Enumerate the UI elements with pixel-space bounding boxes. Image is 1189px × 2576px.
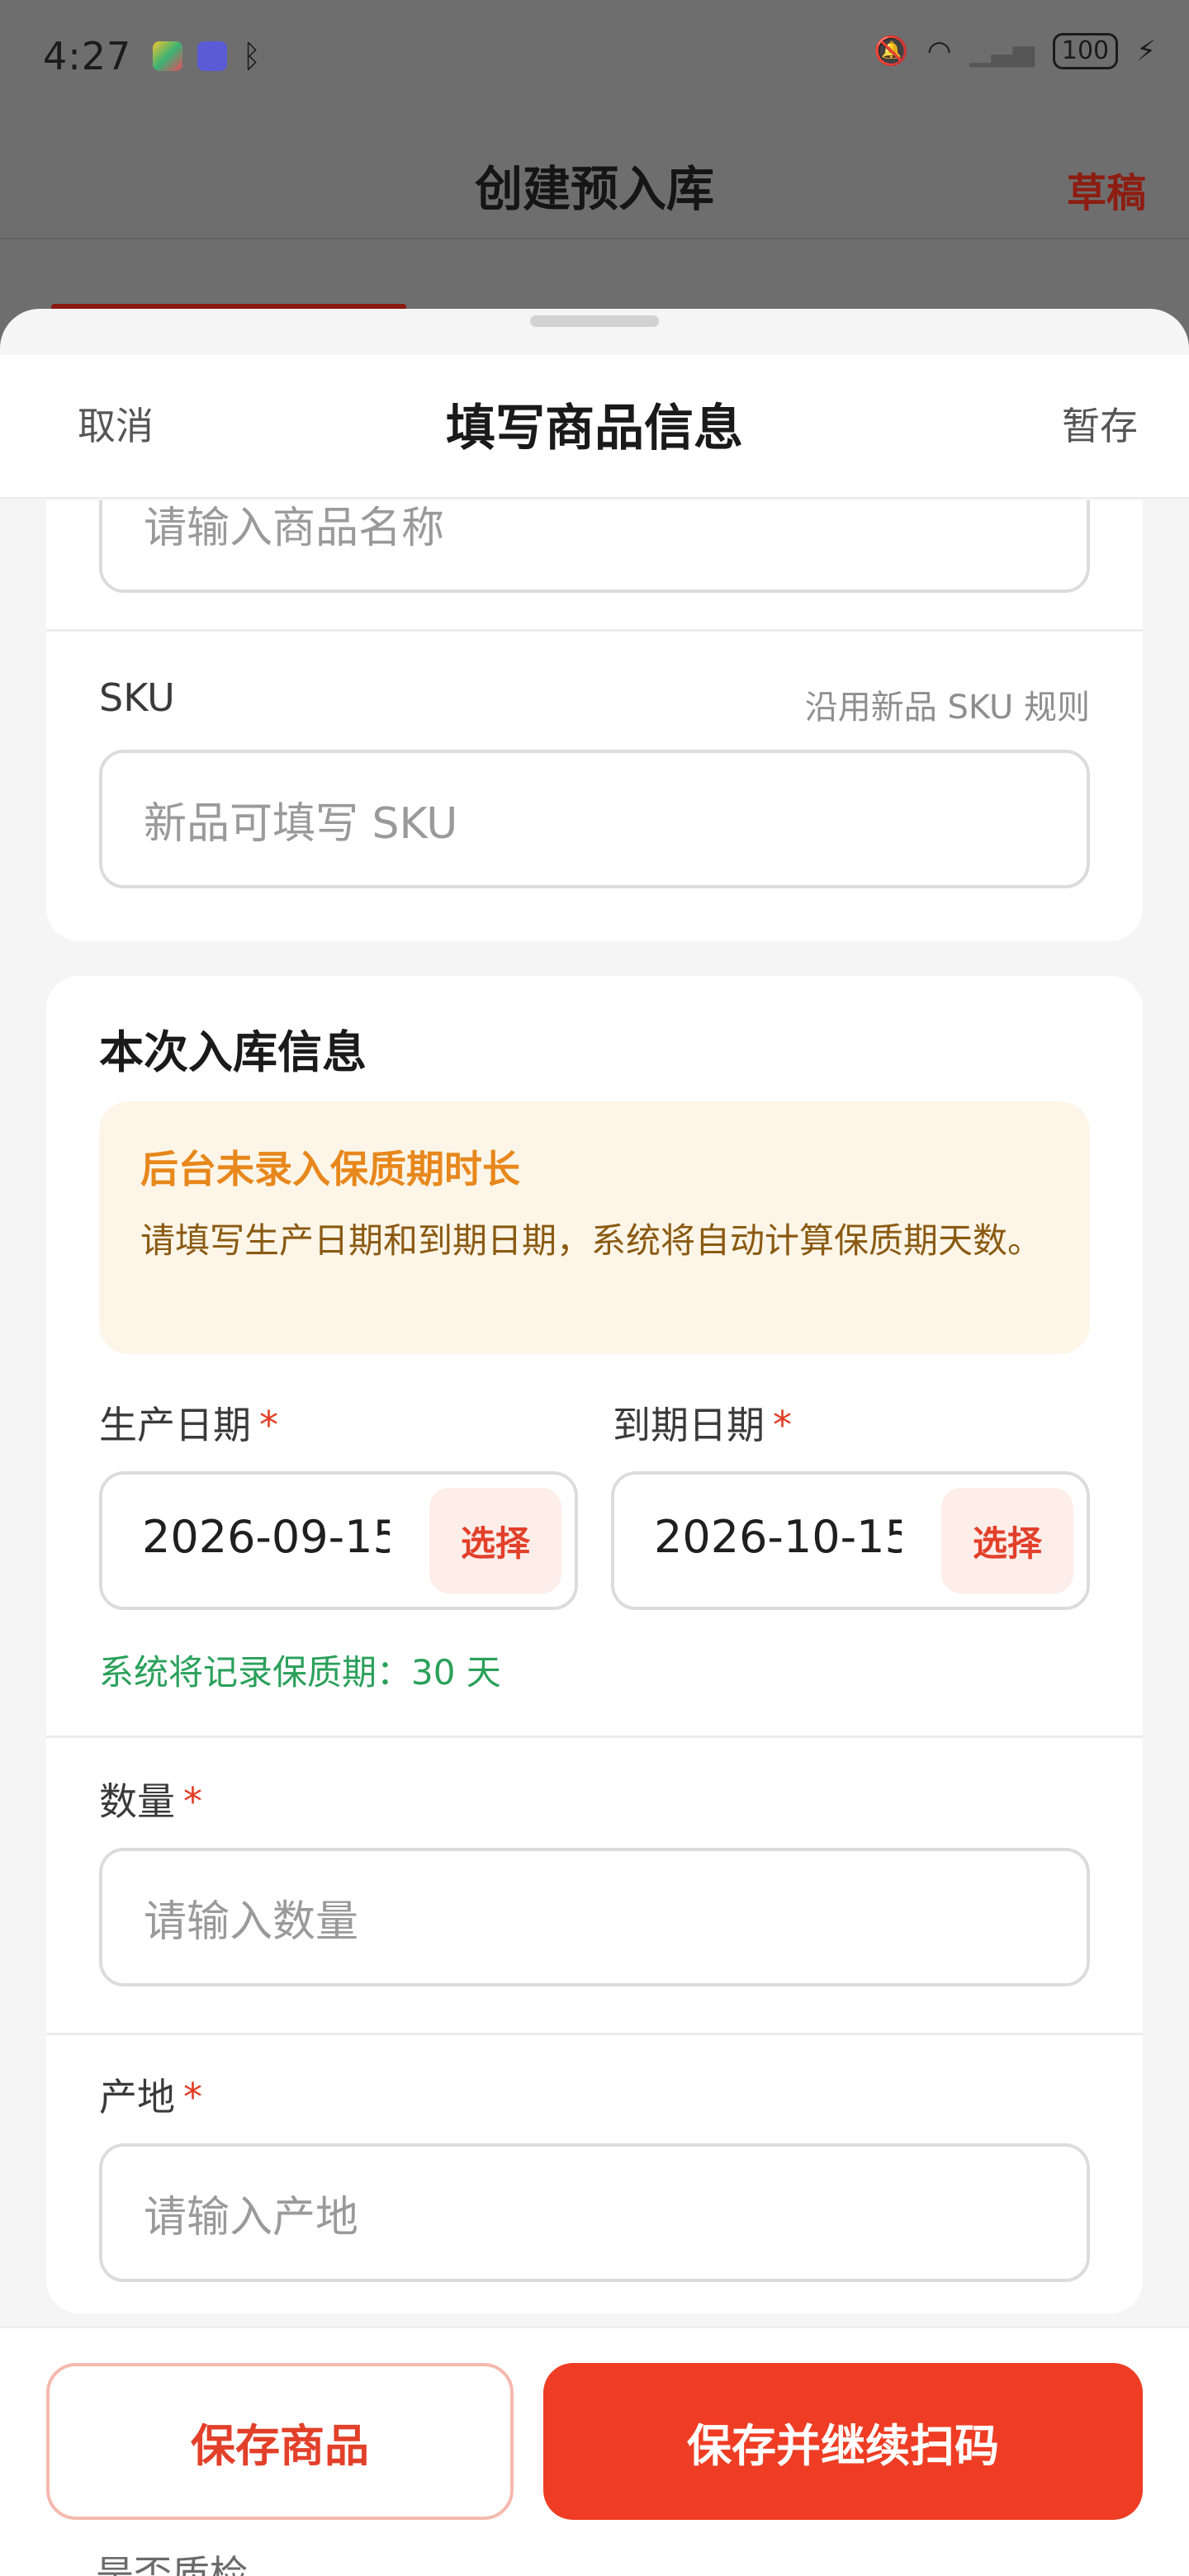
required-mark: *: [183, 2075, 202, 2119]
origin-label: 产地 *: [99, 2067, 202, 2122]
divider: [46, 1735, 1143, 1738]
notice-title: 后台未录入保质期时长: [140, 1147, 520, 1191]
quantity-label: 数量 *: [99, 1772, 202, 1826]
bluetooth-icon: ᛒ: [242, 38, 262, 74]
sheet-title: 填写商品信息: [446, 400, 743, 457]
sheet-scroll-area[interactable]: 请输入商品名称 SKU 沿用新品 SKU 规则 新品可填写 SKU 本次入库信息…: [0, 500, 1189, 2576]
draft-button: 草稿: [1066, 170, 1146, 216]
inbound-info-card: 本次入库信息 后台未录入保质期时长 请填写生产日期和到期日期，系统将自动计算保质…: [46, 976, 1143, 2313]
divider: [46, 629, 1143, 632]
wifi-icon: ◠: [926, 35, 952, 68]
app-notification-icon: [153, 41, 183, 71]
sku-label: SKU: [99, 675, 175, 720]
page-title: 创建预入库: [474, 161, 714, 217]
status-bar: 4:27 ᛒ 🔕 ◠ ▁▃▅ 100 ⚡: [0, 0, 1189, 112]
production-date-select-button[interactable]: 选择: [429, 1488, 561, 1593]
expiry-date-label: 到期日期 *: [613, 1395, 792, 1450]
product-name-input[interactable]: 请输入商品名称: [99, 500, 1090, 593]
mute-icon: 🔕: [874, 35, 909, 68]
origin-input[interactable]: 请输入产地: [99, 2143, 1090, 2282]
signal-icon: ▁▃▅: [969, 35, 1035, 68]
expiry-date-label-text: 到期日期: [613, 1403, 765, 1447]
production-date-value[interactable]: 2026-09-15: [142, 1511, 390, 1563]
expiry-date-select-button[interactable]: 选择: [941, 1488, 1073, 1593]
sku-input[interactable]: 新品可填写 SKU: [99, 750, 1090, 888]
peek-next-field-label: 是否质检: [96, 2552, 248, 2576]
save-and-continue-scan-button[interactable]: 保存并继续扫码: [543, 2363, 1143, 2520]
production-date-field[interactable]: 2026-09-15 选择: [99, 1471, 578, 1610]
expiry-date-value[interactable]: 2026-10-15: [654, 1511, 902, 1563]
charging-icon: ⚡: [1136, 35, 1156, 68]
sheet-header: 取消 填写商品信息 暂存: [0, 355, 1189, 499]
divider: [46, 2033, 1143, 2035]
sheet-grabber[interactable]: [530, 315, 659, 327]
battery-icon: 100: [1052, 33, 1119, 69]
quantity-label-text: 数量: [99, 1779, 175, 1824]
sku-hint: 沿用新品 SKU 规则: [804, 689, 1090, 727]
save-product-button[interactable]: 保存商品: [46, 2363, 514, 2520]
status-app-icons: ᛒ: [153, 38, 261, 74]
quantity-input[interactable]: 请输入数量: [99, 1848, 1090, 1986]
notice-body: 请填写生产日期和到期日期，系统将自动计算保质期天数。: [140, 1220, 1043, 1261]
expiry-date-field[interactable]: 2026-10-15 选择: [611, 1471, 1090, 1610]
production-date-label-text: 生产日期: [99, 1403, 251, 1447]
section-title: 本次入库信息: [99, 1026, 367, 1078]
production-date-label: 生产日期 *: [99, 1395, 278, 1450]
required-mark: *: [183, 1779, 202, 1824]
sticker-app-icon: [197, 41, 228, 71]
background-header: 创建预入库 草稿: [0, 132, 1189, 239]
status-right: 🔕 ◠ ▁▃▅ 100 ⚡: [874, 33, 1156, 69]
required-mark: *: [259, 1403, 278, 1447]
required-mark: *: [773, 1403, 792, 1447]
product-info-sheet: 取消 填写商品信息 暂存 请输入商品名称 SKU 沿用新品 SKU 规则 新品可…: [0, 309, 1189, 2576]
origin-label-text: 产地: [99, 2075, 175, 2119]
bottom-action-bar: 保存商品 保存并继续扫码 是否质检: [0, 2327, 1189, 2576]
temp-save-button[interactable]: 暂存: [1062, 396, 1138, 451]
product-basic-card: 请输入商品名称 SKU 沿用新品 SKU 规则 新品可填写 SKU: [46, 500, 1143, 941]
shelf-life-note: 系统将记录保质期：30 天: [99, 1652, 501, 1693]
shelf-life-notice: 后台未录入保质期时长 请填写生产日期和到期日期，系统将自动计算保质期天数。: [99, 1101, 1090, 1354]
status-time: 4:27: [43, 34, 132, 78]
